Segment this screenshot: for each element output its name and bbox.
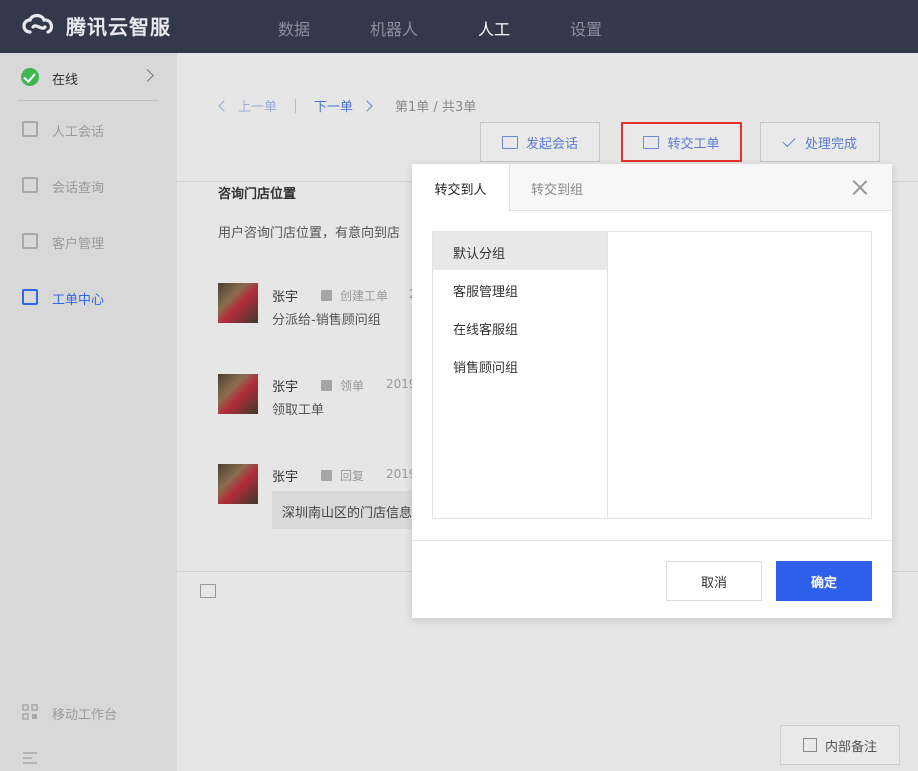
log-action: 创建工单 <box>321 287 388 304</box>
nav-settings[interactable]: 设置 <box>570 16 602 40</box>
sidebar-item-label: 移动工作台 <box>52 708 118 723</box>
cloud-logo-icon <box>22 13 54 34</box>
internal-note-button[interactable]: 内部备注 <box>780 725 900 765</box>
ticket-description: 用户咨询门店位置，有意向到店 <box>218 226 401 241</box>
button-label: 转交工单 <box>667 136 720 152</box>
download-icon <box>321 380 332 391</box>
sidebar-divider <box>18 100 158 101</box>
dialog-selector-panel: 默认分组 客服管理组 在线客服组 销售顾问组 <box>432 231 872 519</box>
chevron-right-icon <box>141 69 154 82</box>
complete-button[interactable]: 处理完成 <box>760 122 880 162</box>
button-label: 处理完成 <box>804 136 857 152</box>
avatar <box>218 283 258 323</box>
start-chat-button[interactable]: 发起会话 <box>480 122 600 162</box>
group-list: 默认分组 客服管理组 在线客服组 销售顾问组 <box>433 232 608 518</box>
online-check-icon <box>21 68 39 86</box>
log-detail: 分派给-销售顾问组 <box>272 313 381 328</box>
log-user-name: 张宇 <box>272 470 299 485</box>
brand-name: 腾讯云智服 <box>66 14 171 39</box>
log-user-name: 张宇 <box>272 380 299 395</box>
button-label: 发起会话 <box>525 136 578 152</box>
plus-icon <box>321 290 332 301</box>
ticket-count: 第1单 / 共3单 <box>395 100 477 115</box>
log-detail: 领取工单 <box>272 403 325 418</box>
nav-data[interactable]: 数据 <box>278 16 310 40</box>
sidebar-item-label: 工单中心 <box>52 293 105 308</box>
group-item-default[interactable]: 默认分组 <box>433 232 607 270</box>
ticket-pager: 上一单 下一单 第1单 / 共3单 <box>218 96 477 115</box>
sidebar: 在线 人工会话 会话查询 客户管理 工单中心 移动工作台 <box>0 53 177 771</box>
reply-message-bubble: 深圳南山区的门店信息 <box>272 491 422 529</box>
image-icon[interactable] <box>200 584 216 598</box>
transfer-dialog: 转交到人 转交到组 默认分组 客服管理组 在线客服组 销售顾问组 取消 确定 <box>412 164 892 618</box>
ticket-icon <box>22 289 38 305</box>
log-action-label: 回复 <box>340 469 365 483</box>
check-icon <box>782 133 796 147</box>
button-label: 内部备注 <box>824 739 877 755</box>
sidebar-item-customer-management[interactable]: 客户管理 <box>0 221 177 261</box>
qr-code-icon <box>22 704 38 720</box>
log-action-label: 领单 <box>340 379 365 393</box>
tab-transfer-to-group[interactable]: 转交到组 <box>510 164 604 211</box>
cancel-button[interactable]: 取消 <box>666 561 762 601</box>
nav-manual[interactable]: 人工 <box>478 16 510 40</box>
sidebar-item-mobile-workbench[interactable]: 移动工作台 <box>0 692 177 732</box>
collapse-menu-icon[interactable] <box>22 750 38 766</box>
group-item-online-service[interactable]: 在线客服组 <box>433 308 607 346</box>
edit-icon <box>802 738 817 752</box>
log-action: 回复 <box>321 467 364 484</box>
log-action: 领单 <box>321 377 364 394</box>
online-status-selector[interactable]: 在线 <box>0 53 177 101</box>
avatar <box>218 464 258 504</box>
avatar <box>218 374 258 414</box>
chat-icon <box>22 121 38 137</box>
sidebar-item-label: 人工会话 <box>52 125 105 140</box>
dialog-footer-divider <box>412 540 892 541</box>
sidebar-item-label: 客户管理 <box>52 237 105 252</box>
nav-robot[interactable]: 机器人 <box>370 16 418 40</box>
message-icon <box>321 470 332 481</box>
prev-ticket-link[interactable]: 上一单 <box>238 96 277 115</box>
sidebar-item-ticket-center[interactable]: 工单中心 <box>0 277 177 317</box>
dialog-tabs: 转交到人 转交到组 <box>412 164 892 212</box>
status-label: 在线 <box>52 73 79 88</box>
contact-icon <box>22 233 38 249</box>
transfer-ticket-button[interactable]: 转交工单 <box>621 122 742 162</box>
brand-logo: 腾讯云智服 <box>18 10 171 40</box>
sidebar-item-chat-query[interactable]: 会话查询 <box>0 165 177 205</box>
group-item-service-management[interactable]: 客服管理组 <box>433 270 607 308</box>
log-action-label: 创建工单 <box>340 289 389 303</box>
next-ticket-link[interactable]: 下一单 <box>314 96 353 115</box>
ticket-title: 咨询门店位置 <box>218 187 297 202</box>
pager-divider <box>295 98 297 113</box>
search-doc-icon <box>22 177 38 193</box>
top-nav-bar: 腾讯云智服 数据 机器人 人工 设置 <box>0 0 918 53</box>
share-out-icon <box>643 135 660 149</box>
sidebar-item-label: 会话查询 <box>52 181 105 196</box>
group-item-sales-advisor[interactable]: 销售顾问组 <box>433 346 607 384</box>
chat-window-icon <box>501 135 518 149</box>
close-icon[interactable] <box>852 180 868 196</box>
confirm-button[interactable]: 确定 <box>776 561 872 601</box>
sidebar-item-manual-chat[interactable]: 人工会话 <box>0 109 177 149</box>
log-user-name: 张宇 <box>272 290 299 305</box>
chevron-left-icon <box>218 99 230 112</box>
tab-transfer-to-person[interactable]: 转交到人 <box>412 164 510 212</box>
chevron-right-icon <box>361 99 373 112</box>
